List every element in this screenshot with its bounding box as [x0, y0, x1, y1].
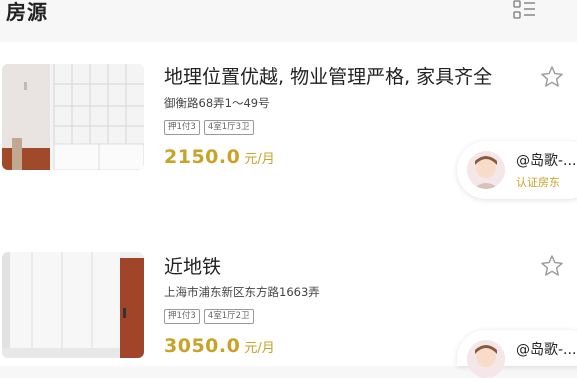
- page-title: 房源: [6, 0, 48, 24]
- star-outline-icon[interactable]: [540, 65, 564, 89]
- price-unit: 元/月: [244, 341, 275, 356]
- price-unit: 元/月: [244, 152, 275, 167]
- agent-chip[interactable]: @岛歌-... 认证房东: [457, 141, 577, 199]
- listing-address: 御衡路68弄1～49号: [164, 96, 270, 110]
- list-view-icon[interactable]: [512, 0, 538, 22]
- listing-tags: 押1付3 4室1厅3卫: [164, 120, 254, 135]
- verified-landlord-badge: 认证房东: [516, 176, 560, 189]
- listing-tags: 押1付3 4室1厅2卫: [164, 309, 254, 324]
- agent-avatar: [467, 340, 505, 378]
- price-value: 2150.0: [164, 146, 241, 168]
- listing-price: 3050.0 元/月: [164, 335, 275, 357]
- layout-tag: 4室1厅3卫: [203, 120, 254, 135]
- layout-tag: 4室1厅2卫: [203, 309, 254, 324]
- deposit-tag: 押1付3: [164, 120, 200, 135]
- listing-photo[interactable]: [2, 252, 144, 358]
- agent-chip[interactable]: @岛歌-...: [457, 330, 577, 378]
- listing-list: 地理位置优越, 物业管理严格, 家具齐全 御衡路68弄1～49号 押1付3 4室…: [0, 42, 577, 378]
- listing-card[interactable]: 近地铁 上海市浦东新区东方路1663弄 押1付3 4室1厅2卫 3050.0 元/…: [0, 222, 577, 378]
- listing-address: 上海市浦东新区东方路1663弄: [164, 285, 320, 299]
- listing-photo[interactable]: [2, 64, 144, 170]
- listing-price: 2150.0 元/月: [164, 146, 275, 168]
- star-outline-icon[interactable]: [540, 254, 564, 278]
- agent-name: @岛歌-...: [516, 153, 577, 169]
- listing-title[interactable]: 地理位置优越, 物业管理严格, 家具齐全: [164, 64, 492, 90]
- deposit-tag: 押1付3: [164, 309, 200, 324]
- price-value: 3050.0: [164, 335, 241, 357]
- listing-card[interactable]: 地理位置优越, 物业管理严格, 家具齐全 御衡路68弄1～49号 押1付3 4室…: [0, 42, 577, 222]
- agent-avatar: [467, 151, 505, 189]
- agent-name: @岛歌-...: [516, 342, 577, 358]
- app-header: 房源: [0, 0, 577, 42]
- listing-title[interactable]: 近地铁: [164, 254, 221, 280]
